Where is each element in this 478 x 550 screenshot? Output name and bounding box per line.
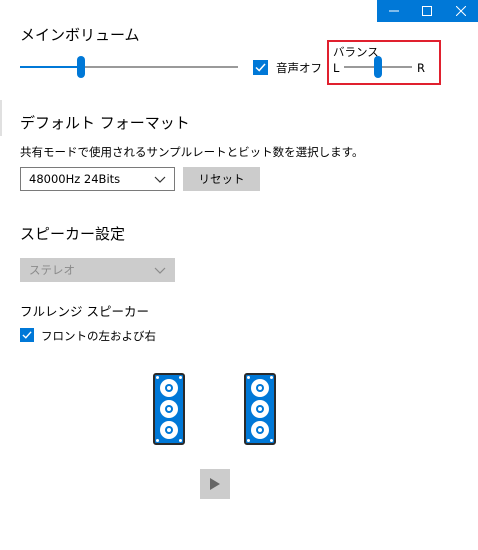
speaker-screw xyxy=(179,376,182,379)
right-speaker-icon[interactable] xyxy=(244,373,276,445)
close-button[interactable] xyxy=(444,0,478,22)
chevron-down-icon xyxy=(154,176,166,183)
speaker-config-dropdown: ステレオ xyxy=(20,258,175,282)
speaker-screw xyxy=(270,439,273,442)
close-icon xyxy=(455,6,466,16)
speaker-cone xyxy=(251,379,269,397)
chevron-down-icon xyxy=(154,267,166,274)
speaker-cone xyxy=(160,379,178,397)
speaker-screw xyxy=(179,439,182,442)
checkmark-icon xyxy=(22,331,32,339)
format-dropdown[interactable]: 48000Hz 24Bits xyxy=(20,167,175,191)
full-range-title: フルレンジ スピーカー xyxy=(20,304,149,319)
balance-left-label: L xyxy=(333,61,340,75)
main-volume-fill xyxy=(20,66,81,68)
balance-thumb[interactable] xyxy=(374,56,382,78)
play-icon xyxy=(210,478,220,490)
speaker-screw xyxy=(156,376,159,379)
section-divider xyxy=(0,100,2,136)
left-speaker-icon[interactable] xyxy=(153,373,185,445)
minimize-button[interactable] xyxy=(377,0,411,22)
speaker-screw xyxy=(247,376,250,379)
play-test-button[interactable] xyxy=(200,469,230,499)
main-volume-thumb[interactable] xyxy=(77,56,85,78)
speaker-config-value: ステレオ xyxy=(29,263,75,277)
default-format-description: 共有モードで使用されるサンプルレートとビット数を選択します。 xyxy=(20,145,364,159)
minimize-icon xyxy=(388,10,399,12)
speaker-screw xyxy=(247,439,250,442)
maximize-button[interactable] xyxy=(411,0,445,22)
mute-checkbox[interactable] xyxy=(253,60,268,75)
balance-right-label: R xyxy=(417,61,425,75)
main-volume-title: メインボリューム xyxy=(20,26,140,44)
speaker-cone xyxy=(251,421,269,439)
front-lr-label: フロントの左および右 xyxy=(41,329,156,343)
maximize-icon xyxy=(422,6,433,16)
default-format-title: デフォルト フォーマット xyxy=(20,114,190,132)
speaker-setup-title: スピーカー設定 xyxy=(20,225,126,243)
speaker-cone xyxy=(160,400,178,418)
speaker-screw xyxy=(270,376,273,379)
format-dropdown-value: 48000Hz 24Bits xyxy=(29,172,121,186)
speaker-screw xyxy=(156,439,159,442)
main-volume-slider[interactable] xyxy=(20,56,238,78)
front-lr-checkbox[interactable] xyxy=(20,328,34,342)
window-controls xyxy=(377,0,478,22)
speaker-cone xyxy=(160,421,178,439)
mute-label: 音声オフ xyxy=(276,61,322,75)
reset-button[interactable]: リセット xyxy=(183,167,260,191)
speaker-cone xyxy=(251,400,269,418)
balance-slider[interactable] xyxy=(344,56,412,78)
checkmark-icon xyxy=(255,63,266,72)
